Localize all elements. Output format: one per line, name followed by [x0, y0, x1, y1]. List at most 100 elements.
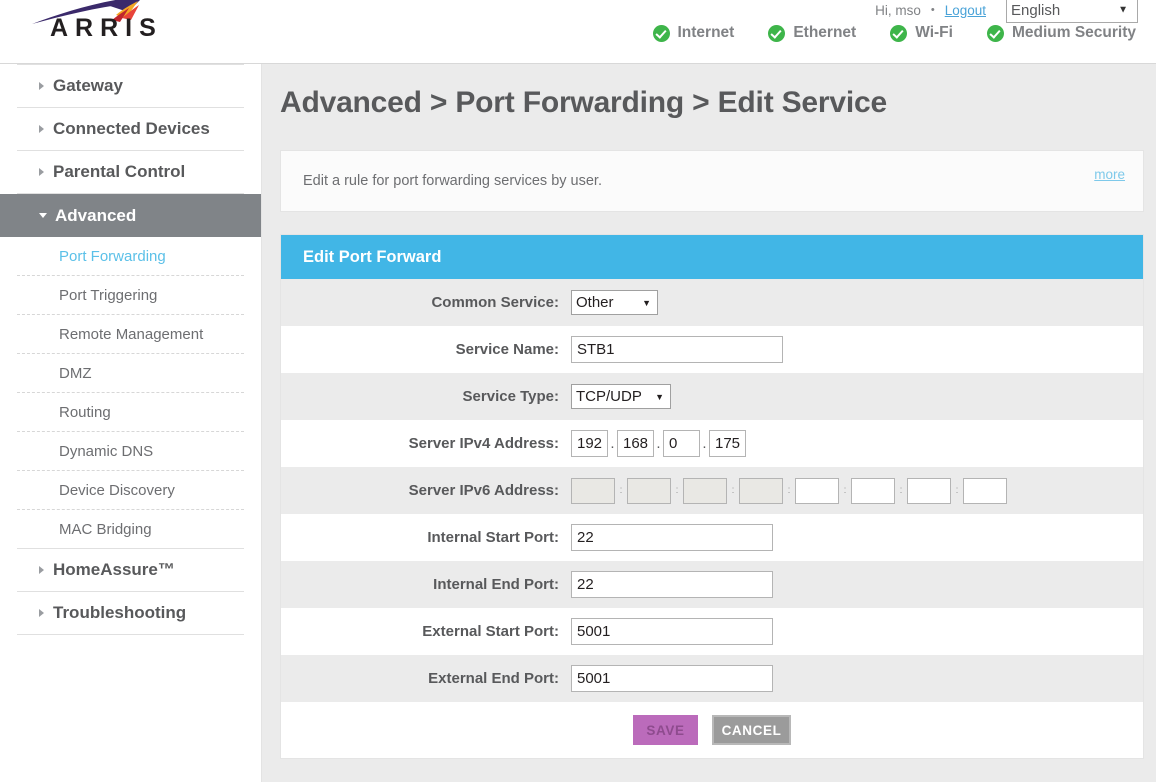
chevron-right-icon: [39, 609, 44, 617]
label-external-end-port: External End Port:: [281, 670, 571, 687]
chevron-right-icon: [39, 566, 44, 574]
check-circle-icon: [987, 25, 1004, 42]
label-server-ipv6: Server IPv6 Address:: [281, 482, 571, 499]
chevron-right-icon: [39, 125, 44, 133]
arris-logo-text: ARRIS: [50, 14, 163, 43]
arris-logo: ARRIS: [24, 0, 224, 52]
language-selector-wrap: English ▼: [996, 0, 1138, 23]
ipv6-group: : : : : : : :: [571, 478, 1007, 504]
ipv6-separator: :: [727, 478, 739, 504]
row-common-service: Common Service: Other ▼: [281, 279, 1143, 326]
ipv6-group-6[interactable]: [851, 478, 895, 504]
ipv6-separator: :: [783, 478, 795, 504]
ipv4-octet-2[interactable]: [617, 430, 654, 457]
external-end-port-input[interactable]: [571, 665, 773, 692]
ipv4-octet-1[interactable]: [571, 430, 608, 457]
check-circle-icon: [653, 25, 670, 42]
sidebar-item-dmz[interactable]: DMZ: [17, 354, 244, 393]
ipv4-separator: .: [700, 431, 709, 456]
label-server-ipv4: Server IPv4 Address:: [281, 435, 571, 452]
sidebar-item-dynamic-dns[interactable]: Dynamic DNS: [17, 432, 244, 471]
internal-start-port-input[interactable]: [571, 524, 773, 551]
sidebar-item-mac-bridging[interactable]: MAC Bridging: [17, 510, 244, 549]
ipv4-octet-group: . . .: [571, 430, 746, 457]
sidebar-item-label: HomeAssure™: [53, 560, 175, 580]
form-actions: SAVE CANCEL: [281, 702, 1143, 758]
ipv6-separator: :: [839, 478, 851, 504]
common-service-select-wrap: Other ▼: [571, 290, 658, 315]
row-server-ipv4: Server IPv4 Address: . . .: [281, 420, 1143, 467]
main-content: Advanced > Port Forwarding > Edit Servic…: [262, 64, 1156, 782]
sidebar-item-port-forwarding[interactable]: Port Forwarding: [17, 237, 244, 276]
common-service-select[interactable]: Other: [571, 290, 658, 315]
page-title: Advanced > Port Forwarding > Edit Servic…: [280, 86, 1156, 120]
cancel-button[interactable]: CANCEL: [712, 715, 791, 745]
sidebar-item-gateway[interactable]: Gateway: [17, 65, 244, 108]
sidebar-item-parental-control[interactable]: Parental Control: [17, 151, 244, 194]
ipv6-group-2: [627, 478, 671, 504]
row-internal-start-port: Internal Start Port:: [281, 514, 1143, 561]
status-security: Medium Security: [987, 24, 1136, 42]
sidebar-item-routing[interactable]: Routing: [17, 393, 244, 432]
language-select[interactable]: English: [1006, 0, 1138, 23]
ipv4-separator: .: [654, 431, 663, 456]
chevron-down-icon: [39, 213, 47, 218]
row-internal-end-port: Internal End Port:: [281, 561, 1143, 608]
row-external-end-port: External End Port:: [281, 655, 1143, 702]
description-text: Edit a rule for port forwarding services…: [303, 173, 602, 189]
row-service-type: Service Type: TCP/UDP ▼: [281, 373, 1143, 420]
sidebar-item-label: Troubleshooting: [53, 603, 186, 623]
sidebar-item-remote-management[interactable]: Remote Management: [17, 315, 244, 354]
sidebar-item-advanced[interactable]: Advanced: [0, 194, 261, 237]
save-button[interactable]: SAVE: [633, 715, 698, 745]
external-start-port-input[interactable]: [571, 618, 773, 645]
sidebar-item-connected-devices[interactable]: Connected Devices: [17, 108, 244, 151]
ipv6-group-3: [683, 478, 727, 504]
ipv6-group-7[interactable]: [907, 478, 951, 504]
sidebar-nav: Gateway Connected Devices Parental Contr…: [0, 64, 262, 782]
status-bar: Internet Ethernet Wi-Fi Medium Security: [653, 24, 1137, 42]
greeting-text: Hi, mso: [875, 3, 921, 18]
more-link[interactable]: more: [1094, 167, 1125, 182]
service-type-select-wrap: TCP/UDP ▼: [571, 384, 671, 409]
status-label: Ethernet: [793, 24, 856, 42]
sidebar-item-label: Advanced: [55, 206, 136, 226]
chevron-right-icon: [39, 82, 44, 90]
status-label: Wi-Fi: [915, 24, 953, 42]
ipv6-separator: :: [951, 478, 963, 504]
sidebar-item-device-discovery[interactable]: Device Discovery: [17, 471, 244, 510]
ipv6-separator: :: [895, 478, 907, 504]
service-type-select[interactable]: TCP/UDP: [571, 384, 671, 409]
status-label: Medium Security: [1012, 24, 1136, 42]
chevron-right-icon: [39, 168, 44, 176]
row-server-ipv6: Server IPv6 Address: : : : : :: [281, 467, 1143, 514]
ipv4-octet-3[interactable]: [663, 430, 700, 457]
ipv6-group-5[interactable]: [795, 478, 839, 504]
sidebar-item-label: Gateway: [53, 76, 123, 96]
logout-link[interactable]: Logout: [945, 3, 986, 18]
ipv6-group-8[interactable]: [963, 478, 1007, 504]
user-bar: Hi, mso • Logout English ▼: [875, 0, 1138, 23]
status-label: Internet: [678, 24, 735, 42]
check-circle-icon: [890, 25, 907, 42]
sidebar-item-label: Parental Control: [53, 162, 185, 182]
label-internal-start-port: Internal Start Port:: [281, 529, 571, 546]
sidebar-item-homeassure[interactable]: HomeAssure™: [17, 549, 244, 592]
ipv4-separator: .: [608, 431, 617, 456]
ipv6-separator: :: [671, 478, 683, 504]
sidebar-item-port-triggering[interactable]: Port Triggering: [17, 276, 244, 315]
service-name-input[interactable]: [571, 336, 783, 363]
label-internal-end-port: Internal End Port:: [281, 576, 571, 593]
sidebar-item-troubleshooting[interactable]: Troubleshooting: [17, 592, 244, 635]
row-external-start-port: External Start Port:: [281, 608, 1143, 655]
edit-port-forward-panel: Edit Port Forward Common Service: Other …: [280, 234, 1144, 759]
ipv6-group-4: [739, 478, 783, 504]
label-service-name: Service Name:: [281, 341, 571, 358]
ipv4-octet-4[interactable]: [709, 430, 746, 457]
label-service-type: Service Type:: [281, 388, 571, 405]
label-common-service: Common Service:: [281, 294, 571, 311]
ipv6-group-1: [571, 478, 615, 504]
panel-title: Edit Port Forward: [281, 235, 1143, 279]
internal-end-port-input[interactable]: [571, 571, 773, 598]
ipv6-separator: :: [615, 478, 627, 504]
